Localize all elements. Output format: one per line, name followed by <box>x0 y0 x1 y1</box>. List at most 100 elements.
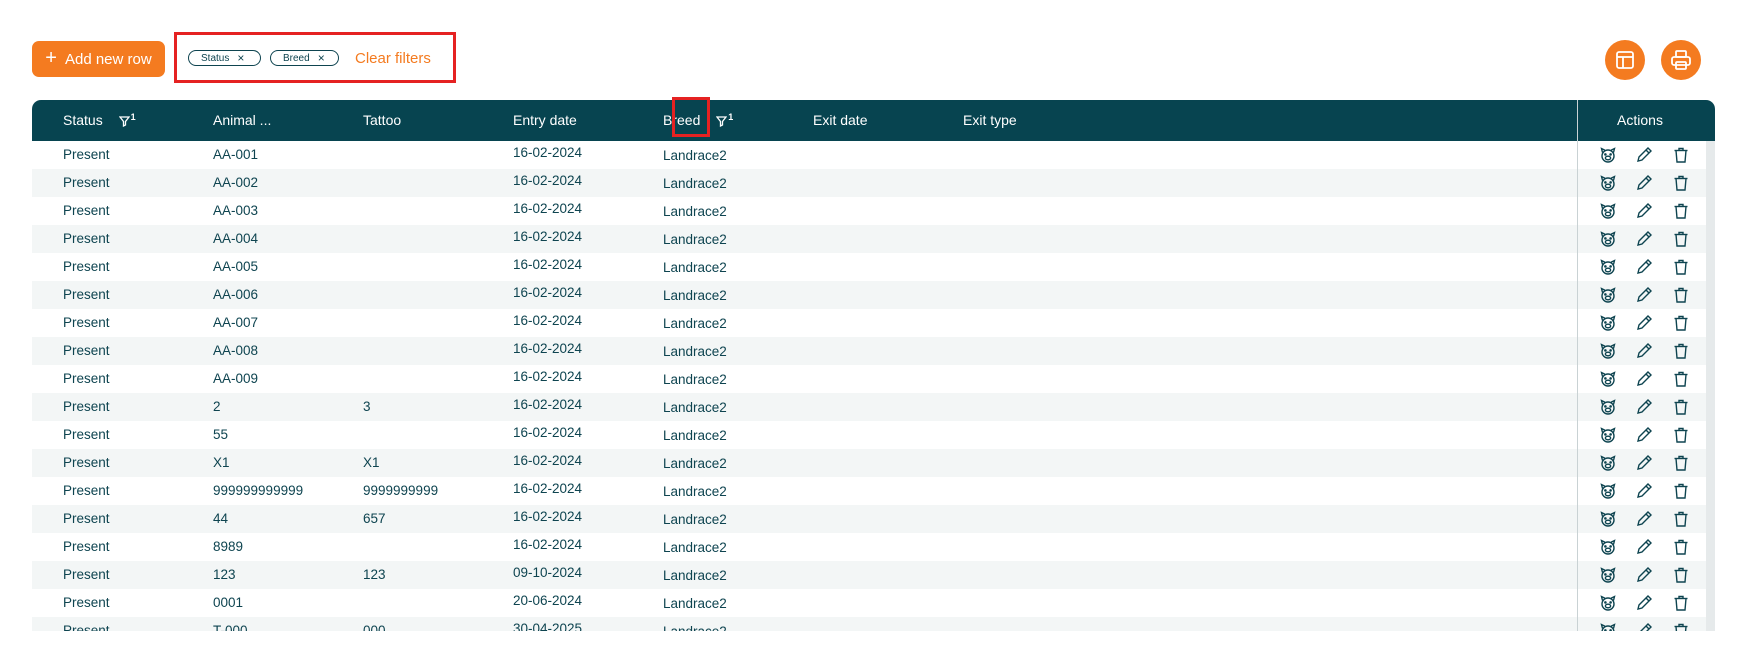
table-row[interactable]: Present 2 3 16-02-2024 Landrace2 <box>32 393 1706 421</box>
table-row[interactable]: Present 8989 16-02-2024 Landrace2 <box>32 533 1706 561</box>
table-row[interactable]: Present 999999999999 9999999999 16-02-20… <box>32 477 1706 505</box>
pig-icon[interactable] <box>1599 510 1617 528</box>
clear-filters-link[interactable]: Clear filters <box>355 50 431 67</box>
column-header-entry-date[interactable]: Entry date <box>513 100 577 141</box>
trash-icon[interactable] <box>1672 370 1690 388</box>
cell-breed: Landrace2 <box>663 148 727 163</box>
table-row[interactable]: Present X1 X1 16-02-2024 Landrace2 <box>32 449 1706 477</box>
pig-icon[interactable] <box>1599 482 1617 500</box>
trash-icon[interactable] <box>1672 594 1690 612</box>
trash-icon[interactable] <box>1672 510 1690 528</box>
cell-status: Present <box>63 259 110 274</box>
trash-icon[interactable] <box>1672 314 1690 332</box>
pig-icon[interactable] <box>1599 566 1617 584</box>
cell-animal: 55 <box>213 427 229 442</box>
pencil-icon[interactable] <box>1635 594 1653 612</box>
trash-icon[interactable] <box>1672 258 1690 276</box>
table-row[interactable]: Present T-000 000 30-04-2025 Landrace2 <box>32 617 1706 631</box>
pencil-icon[interactable] <box>1635 174 1653 192</box>
pencil-icon[interactable] <box>1635 230 1653 248</box>
pig-icon[interactable] <box>1599 594 1617 612</box>
pencil-icon[interactable] <box>1635 146 1653 164</box>
cell-status: Present <box>63 175 110 190</box>
trash-icon[interactable] <box>1672 286 1690 304</box>
table-row[interactable]: Present AA-006 16-02-2024 Landrace2 <box>32 281 1706 309</box>
pencil-icon[interactable] <box>1635 454 1653 472</box>
pencil-icon[interactable] <box>1635 202 1653 220</box>
trash-icon[interactable] <box>1672 146 1690 164</box>
pencil-icon[interactable] <box>1635 286 1653 304</box>
trash-icon[interactable] <box>1672 174 1690 192</box>
pencil-icon[interactable] <box>1635 538 1653 556</box>
pencil-icon[interactable] <box>1635 258 1653 276</box>
cell-breed: Landrace2 <box>663 232 727 247</box>
cell-entry-date: 09-10-2024 <box>513 565 583 580</box>
column-header-tattoo[interactable]: Tattoo <box>363 100 401 141</box>
trash-icon[interactable] <box>1672 538 1690 556</box>
table-row[interactable]: Present 55 16-02-2024 Landrace2 <box>32 421 1706 449</box>
pencil-icon[interactable] <box>1635 622 1653 631</box>
pig-icon[interactable] <box>1599 538 1617 556</box>
pencil-icon[interactable] <box>1635 510 1653 528</box>
table-row[interactable]: Present AA-008 16-02-2024 Landrace2 <box>32 337 1706 365</box>
filter-chip-status[interactable]: Status × <box>188 50 261 66</box>
table-row[interactable]: Present AA-007 16-02-2024 Landrace2 <box>32 309 1706 337</box>
trash-icon[interactable] <box>1672 426 1690 444</box>
column-layout-button[interactable] <box>1605 40 1645 80</box>
add-new-row-button[interactable]: + Add new row <box>32 41 165 77</box>
pig-icon[interactable] <box>1599 174 1617 192</box>
pencil-icon[interactable] <box>1635 370 1653 388</box>
table-row[interactable]: Present 44 657 16-02-2024 Landrace2 <box>32 505 1706 533</box>
pig-icon[interactable] <box>1599 342 1617 360</box>
column-label: Status <box>63 112 103 128</box>
pig-icon[interactable] <box>1599 258 1617 276</box>
filter-chip-breed[interactable]: Breed × <box>270 50 339 66</box>
column-header-exit-date[interactable]: Exit date <box>813 100 867 141</box>
column-header-exit-type[interactable]: Exit type <box>963 100 1017 141</box>
cell-animal: T-000 <box>213 623 248 631</box>
trash-icon[interactable] <box>1672 202 1690 220</box>
pig-icon[interactable] <box>1599 286 1617 304</box>
trash-icon[interactable] <box>1672 398 1690 416</box>
print-button[interactable] <box>1661 40 1701 80</box>
trash-icon[interactable] <box>1672 482 1690 500</box>
pig-icon[interactable] <box>1599 314 1617 332</box>
pig-icon[interactable] <box>1599 146 1617 164</box>
pencil-icon[interactable] <box>1635 426 1653 444</box>
table-row[interactable]: Present AA-003 16-02-2024 Landrace2 <box>32 197 1706 225</box>
cell-status: Present <box>63 287 110 302</box>
table-row[interactable]: Present 123 123 09-10-2024 Landrace2 <box>32 561 1706 589</box>
table-row[interactable]: Present AA-004 16-02-2024 Landrace2 <box>32 225 1706 253</box>
column-header-status[interactable]: Status 1 <box>63 100 136 141</box>
trash-icon[interactable] <box>1672 622 1690 631</box>
table-row[interactable]: Present AA-009 16-02-2024 Landrace2 <box>32 365 1706 393</box>
table-scrollbar[interactable] <box>1706 141 1715 631</box>
pencil-icon[interactable] <box>1635 398 1653 416</box>
pencil-icon[interactable] <box>1635 342 1653 360</box>
pig-icon[interactable] <box>1599 230 1617 248</box>
column-header-animal[interactable]: Animal ... <box>213 100 271 141</box>
column-filter-icon[interactable]: 1 <box>716 104 733 138</box>
pig-icon[interactable] <box>1599 622 1617 631</box>
remove-filter-icon[interactable]: × <box>237 52 244 64</box>
trash-icon[interactable] <box>1672 230 1690 248</box>
column-filter-icon[interactable]: 1 <box>118 104 136 138</box>
pig-icon[interactable] <box>1599 370 1617 388</box>
breed-filter-highlight <box>672 97 710 137</box>
table-row[interactable]: Present AA-005 16-02-2024 Landrace2 <box>32 253 1706 281</box>
pencil-icon[interactable] <box>1635 566 1653 584</box>
remove-filter-icon[interactable]: × <box>318 52 325 64</box>
table-row[interactable]: Present AA-002 16-02-2024 Landrace2 <box>32 169 1706 197</box>
pig-icon[interactable] <box>1599 454 1617 472</box>
cell-entry-date: 16-02-2024 <box>513 313 583 328</box>
pig-icon[interactable] <box>1599 202 1617 220</box>
pig-icon[interactable] <box>1599 398 1617 416</box>
trash-icon[interactable] <box>1672 454 1690 472</box>
trash-icon[interactable] <box>1672 342 1690 360</box>
pencil-icon[interactable] <box>1635 314 1653 332</box>
pencil-icon[interactable] <box>1635 482 1653 500</box>
table-row[interactable]: Present AA-001 16-02-2024 Landrace2 <box>32 141 1706 169</box>
pig-icon[interactable] <box>1599 426 1617 444</box>
trash-icon[interactable] <box>1672 566 1690 584</box>
table-row[interactable]: Present 0001 20-06-2024 Landrace2 <box>32 589 1706 617</box>
